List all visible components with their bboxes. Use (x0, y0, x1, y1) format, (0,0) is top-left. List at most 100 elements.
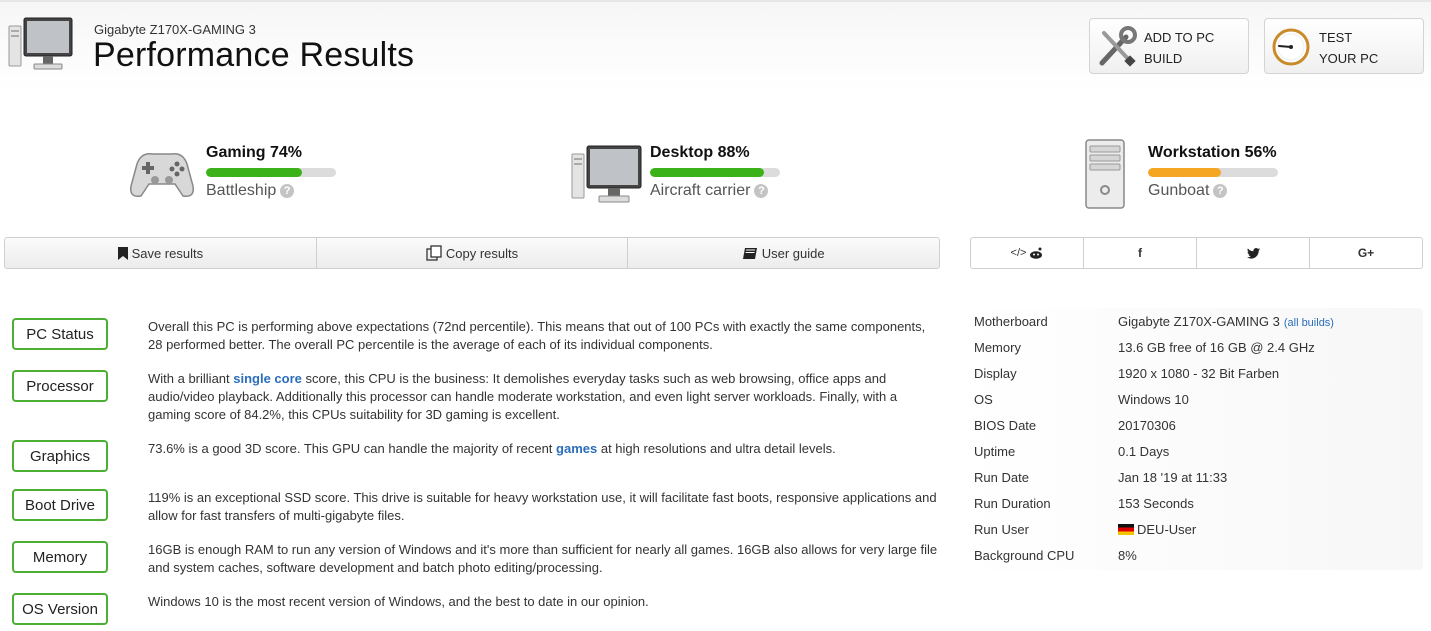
test-label-line1: TEST (1319, 30, 1353, 45)
processor-text: With a brilliant single core score, this… (148, 370, 938, 424)
results-action-bar: Save results Copy results User guide (4, 237, 940, 269)
processor-button[interactable]: Processor (12, 370, 108, 402)
os-version-text: Windows 10 is the most recent version of… (148, 594, 649, 609)
spec-key: Background CPU (974, 548, 1075, 563)
games-link[interactable]: games (556, 441, 597, 456)
save-results-button[interactable]: Save results (5, 238, 317, 268)
copy-icon (426, 245, 442, 261)
processor-text-start: With a brilliant (148, 371, 234, 386)
gaming-score-bar-fill (206, 168, 303, 177)
user-guide-label: User guide (761, 245, 825, 261)
reddit-icon (1030, 247, 1043, 259)
spec-row-run-duration: Run Duration 153 Seconds (974, 491, 1414, 517)
save-results-label: Save results (131, 245, 204, 261)
copy-results-button[interactable]: Copy results (317, 238, 629, 268)
spec-value-text: Gigabyte Z170X-GAMING 3 (1118, 314, 1280, 329)
spec-row-uptime: Uptime 0.1 Days (974, 439, 1414, 465)
spec-row-memory: Memory 13.6 GB free of 16 GB @ 2.4 GHz (974, 335, 1414, 361)
spec-value-text: DEU-User (1137, 522, 1197, 537)
spec-value: DEU-User (1118, 517, 1196, 543)
spec-key: BIOS Date (974, 418, 1037, 433)
code-icon: </> (1010, 247, 1027, 259)
spec-row-display: Display 1920 x 1080 - 32 Bit Farben (974, 361, 1414, 387)
desktop-icon (8, 17, 73, 70)
spec-key: Motherboard (974, 314, 1048, 329)
facebook-icon: f (1138, 246, 1142, 260)
graphics-text-end: at high resolutions and ultra detail lev… (597, 441, 836, 456)
single-core-link[interactable]: single core (233, 371, 302, 386)
workstation-rank-label: Gunboat (1148, 182, 1210, 199)
add-build-label-line2: BUILD (1144, 51, 1183, 66)
help-icon[interactable]: ? (754, 184, 769, 198)
memory-button[interactable]: Memory (12, 541, 108, 573)
spec-row-run-user: Run User DEU-User (974, 517, 1414, 543)
twitter-icon (1246, 247, 1260, 259)
add-to-pc-build-button[interactable]: ADD TO PC BUILD (1089, 18, 1249, 74)
add-build-label-line1: ADD TO PC (1144, 30, 1215, 45)
tools-icon (1099, 26, 1137, 67)
graphics-text-start: 73.6% is a good 3D score. This GPU can h… (148, 441, 557, 456)
spec-key: Display (974, 366, 1017, 381)
spec-key: OS (974, 392, 993, 407)
facebook-share-button[interactable]: f (1084, 238, 1197, 268)
pc-status-text: Overall this PC is performing above expe… (148, 319, 926, 352)
spec-key: Run User (974, 522, 1029, 537)
spec-row-run-date: Run Date Jan 18 '19 at 11:33 (974, 465, 1414, 491)
help-icon[interactable]: ? (1213, 184, 1228, 198)
spec-value: 1920 x 1080 - 32 Bit Farben (1118, 366, 1280, 381)
spec-value: 20170306 (1118, 418, 1176, 433)
user-guide-button[interactable]: User guide (628, 238, 939, 268)
embed-reddit-button[interactable]: </> (971, 238, 1084, 268)
desktop-score-bar (650, 168, 780, 177)
gaming-score-bar (206, 168, 336, 177)
spec-key: Run Date (974, 470, 1029, 485)
boot-drive-button[interactable]: Boot Drive (12, 489, 108, 521)
gauge-icon (1272, 28, 1310, 66)
page-title: Performance Results (93, 36, 415, 74)
workstation-score-bar-fill (1148, 168, 1221, 177)
gaming-score-label: Gaming 74% (206, 144, 303, 161)
spec-value: Gigabyte Z170X-GAMING 3 (all builds) (1118, 309, 1334, 336)
spec-value: 8% (1118, 548, 1137, 563)
bookmark-icon (117, 246, 128, 260)
pc-status-button[interactable]: PC Status (12, 318, 108, 350)
spec-value: 0.1 Days (1118, 444, 1170, 459)
spec-value: Jan 18 '19 at 11:33 (1118, 470, 1228, 485)
germany-flag-icon (1118, 524, 1134, 535)
copy-results-label: Copy results (445, 245, 519, 261)
spec-key: Memory (974, 340, 1021, 355)
book-icon (742, 247, 757, 259)
spec-row-motherboard: Motherboard Gigabyte Z170X-GAMING 3 (all … (974, 309, 1414, 335)
workstation-score-label: Workstation 56% (1148, 144, 1277, 161)
help-icon[interactable]: ? (280, 184, 295, 198)
system-specs-table: Motherboard Gigabyte Z170X-GAMING 3 (all … (964, 308, 1423, 570)
workstation-score-bar (1148, 168, 1278, 177)
test-your-pc-button[interactable]: TEST YOUR PC (1264, 18, 1424, 74)
memory-text: 16GB is enough RAM to run any version of… (148, 542, 938, 575)
graphics-button[interactable]: Graphics (12, 440, 108, 472)
workstation-rank: Gunboat? (1148, 182, 1228, 200)
spec-value: 153 Seconds (1118, 496, 1194, 511)
spec-value: 13.6 GB free of 16 GB @ 2.4 GHz (1118, 340, 1315, 355)
os-version-button[interactable]: OS Version (12, 593, 108, 625)
all-builds-link[interactable]: (all builds) (1284, 317, 1334, 329)
monitor-icon (571, 145, 642, 203)
twitter-share-button[interactable] (1197, 238, 1310, 268)
desktop-rank-label: Aircraft carrier (650, 182, 751, 199)
gamepad-icon (129, 152, 195, 198)
boot-drive-text: 119% is an exceptional SSD score. This d… (148, 490, 937, 523)
page-header: Gigabyte Z170X-GAMING 3 Performance Resu… (0, 0, 1431, 90)
google-plus-icon: G+ (1357, 246, 1375, 260)
spec-key: Run Duration (974, 496, 1051, 511)
spec-row-background-cpu: Background CPU 8% (974, 543, 1414, 569)
test-label-line2: YOUR PC (1319, 51, 1379, 66)
gaming-rank-label: Battleship (206, 182, 277, 199)
spec-row-bios-date: BIOS Date 20170306 (974, 413, 1414, 439)
spec-row-os: OS Windows 10 (974, 387, 1414, 413)
desktop-score-label: Desktop 88% (650, 144, 750, 161)
graphics-text: 73.6% is a good 3D score. This GPU can h… (148, 440, 938, 458)
google-plus-share-button[interactable]: G+ (1310, 238, 1422, 268)
spec-key: Uptime (974, 444, 1016, 459)
desktop-score-bar-fill (650, 168, 765, 177)
gaming-rank: Battleship? (206, 182, 295, 200)
